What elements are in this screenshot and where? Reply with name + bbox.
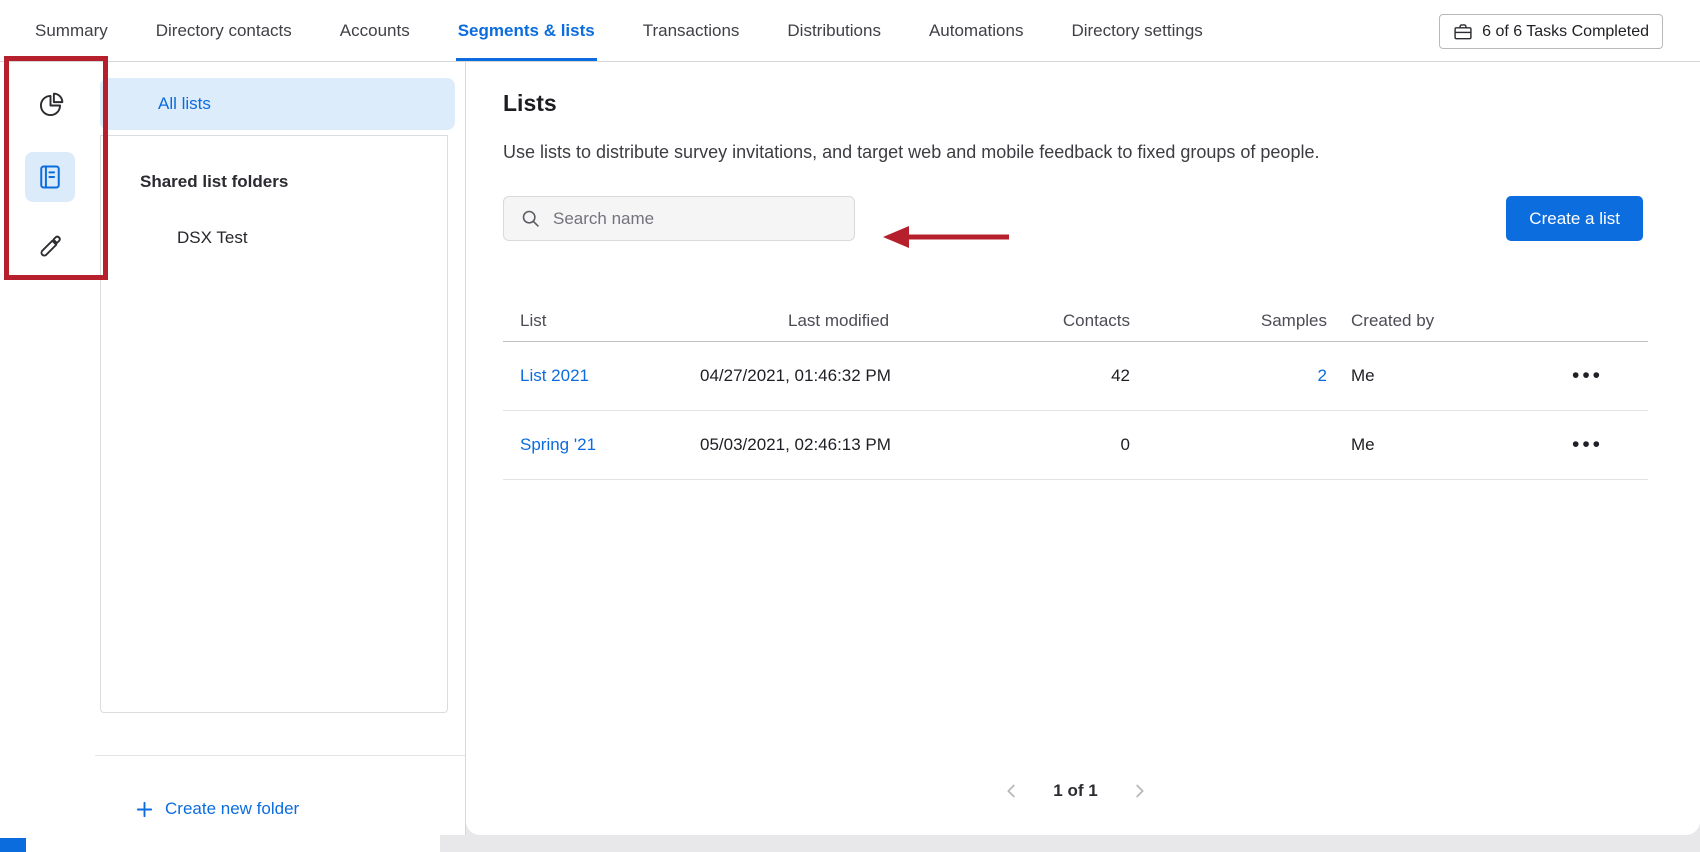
top-nav: Summary Directory contacts Accounts Segm… [0, 0, 1700, 62]
list-name-link[interactable]: List 2021 [520, 366, 589, 385]
chevron-right-icon [1128, 780, 1150, 802]
header-last-modified: Last modified [700, 311, 970, 331]
row-actions-button[interactable]: ••• [1566, 431, 1609, 459]
tasks-completed-label: 6 of 6 Tasks Completed [1482, 23, 1649, 41]
tab-directory-contacts[interactable]: Directory contacts [156, 0, 292, 61]
sidebar-divider [95, 755, 465, 756]
pie-chart-icon [37, 92, 64, 119]
create-new-folder-label: Create new folder [165, 799, 299, 819]
tab-automations[interactable]: Automations [929, 0, 1024, 61]
header-list: List [503, 311, 700, 331]
next-page-button[interactable] [1126, 778, 1152, 804]
row-actions-button[interactable]: ••• [1566, 362, 1609, 390]
briefcase-icon [1453, 22, 1473, 42]
search-icon [520, 208, 541, 229]
eyedropper-icon [37, 234, 63, 260]
list-name-link[interactable]: Spring '21 [520, 435, 596, 454]
header-created-by: Created by [1327, 311, 1527, 331]
previous-page-button[interactable] [999, 778, 1025, 804]
table-header-row: List Last modified Contacts Samples Crea… [503, 300, 1648, 342]
lists-sidebar: All lists Shared list folders DSX Test C… [95, 62, 466, 835]
tab-accounts[interactable]: Accounts [340, 0, 410, 61]
search-input[interactable] [551, 208, 842, 230]
tab-summary[interactable]: Summary [35, 0, 108, 61]
create-list-button[interactable]: Create a list [1506, 196, 1643, 241]
sidebar-item-all-lists[interactable]: All lists [100, 78, 455, 130]
create-new-folder-button[interactable]: Create new folder [135, 799, 299, 819]
page-indicator: 1 of 1 [1053, 781, 1097, 801]
search-field [503, 196, 855, 241]
bottom-left-accent [0, 838, 26, 852]
icon-rail [0, 62, 95, 835]
folder-item-dsx-test[interactable]: DSX Test [177, 228, 447, 248]
shared-folders-panel: Shared list folders DSX Test [100, 135, 448, 713]
address-book-icon [36, 163, 64, 191]
tab-segments-lists[interactable]: Segments & lists [458, 0, 595, 61]
rail-item-reports[interactable] [25, 80, 75, 130]
rail-item-sampling[interactable] [25, 222, 75, 272]
annotation-arrow [881, 222, 1011, 252]
table-row: List 2021 04/27/2021, 01:46:32 PM 42 2 M… [503, 342, 1648, 411]
contacts-value: 42 [970, 366, 1130, 386]
created-by-value: Me [1327, 366, 1527, 386]
tab-transactions[interactable]: Transactions [643, 0, 740, 61]
header-samples: Samples [1130, 311, 1327, 331]
shared-folders-heading: Shared list folders [140, 172, 447, 192]
lists-main-panel: Lists Use lists to distribute survey inv… [466, 62, 1700, 835]
nav-tabs: Summary Directory contacts Accounts Segm… [0, 0, 1203, 61]
lists-table: List Last modified Contacts Samples Crea… [503, 300, 1648, 480]
contacts-value: 0 [970, 435, 1130, 455]
pagination: 1 of 1 [503, 778, 1648, 804]
chevron-left-icon [1001, 780, 1023, 802]
header-contacts: Contacts [970, 311, 1130, 331]
tasks-completed-button[interactable]: 6 of 6 Tasks Completed [1439, 14, 1663, 49]
table-row: Spring '21 05/03/2021, 02:46:13 PM 0 Me … [503, 411, 1648, 480]
last-modified-value: 05/03/2021, 02:46:13 PM [700, 435, 970, 455]
page-title: Lists [503, 90, 557, 117]
created-by-value: Me [1327, 435, 1527, 455]
tab-directory-settings[interactable]: Directory settings [1071, 0, 1202, 61]
tab-distributions[interactable]: Distributions [787, 0, 881, 61]
rail-item-directories[interactable] [25, 152, 75, 202]
last-modified-value: 04/27/2021, 01:46:32 PM [700, 366, 970, 386]
plus-icon [135, 800, 154, 819]
page-description: Use lists to distribute survey invitatio… [503, 142, 1319, 163]
samples-link[interactable]: 2 [1318, 366, 1327, 385]
